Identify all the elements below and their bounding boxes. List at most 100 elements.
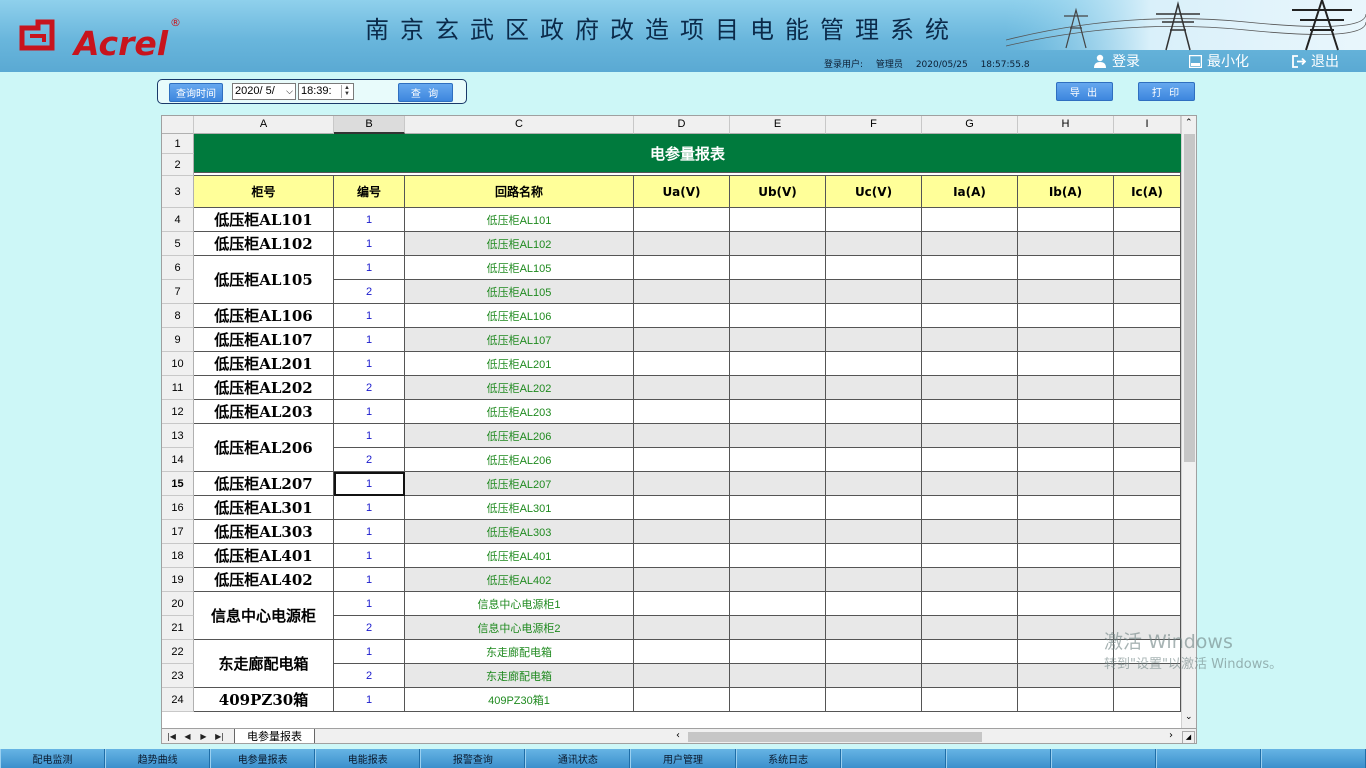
value-cell[interactable] — [1018, 616, 1114, 640]
value-cell[interactable] — [826, 328, 922, 352]
row-header[interactable]: 15 — [162, 472, 194, 496]
value-cell[interactable] — [1018, 544, 1114, 568]
value-cell[interactable] — [730, 664, 826, 688]
row-header[interactable]: 14 — [162, 448, 194, 472]
value-cell[interactable] — [1018, 448, 1114, 472]
cabinet-cell[interactable]: 低压柜AL105 — [194, 256, 334, 304]
value-cell[interactable] — [1018, 688, 1114, 712]
row-header[interactable]: 24 — [162, 688, 194, 712]
value-cell[interactable] — [1018, 592, 1114, 616]
number-cell[interactable]: 1 — [334, 400, 405, 424]
loop-name-cell[interactable]: 409PZ30箱1 — [405, 688, 634, 712]
value-cell[interactable] — [634, 520, 730, 544]
value-cell[interactable] — [826, 664, 922, 688]
cabinet-cell[interactable]: 低压柜AL107 — [194, 328, 334, 352]
scroll-down-icon[interactable]: ⌄ — [1185, 712, 1193, 722]
query-time-button[interactable]: 查询时间 — [169, 83, 223, 102]
row-header[interactable]: 6 — [162, 256, 194, 280]
value-cell[interactable] — [1114, 208, 1181, 232]
value-cell[interactable] — [922, 472, 1018, 496]
loop-name-cell[interactable]: 低压柜AL102 — [405, 232, 634, 256]
date-picker[interactable]: 2020/ 5/ ⌵ — [232, 83, 296, 100]
value-cell[interactable] — [730, 520, 826, 544]
value-cell[interactable] — [922, 280, 1018, 304]
value-cell[interactable] — [730, 448, 826, 472]
number-cell[interactable]: 2 — [334, 376, 405, 400]
value-cell[interactable] — [634, 256, 730, 280]
value-cell[interactable] — [634, 376, 730, 400]
next-sheet-icon[interactable]: ▶ — [196, 731, 211, 743]
value-cell[interactable] — [634, 472, 730, 496]
nav-item[interactable]: 电参量报表 — [210, 749, 316, 768]
value-cell[interactable] — [826, 616, 922, 640]
value-cell[interactable] — [826, 352, 922, 376]
first-sheet-icon[interactable]: |◀ — [164, 731, 179, 743]
value-cell[interactable] — [634, 592, 730, 616]
value-cell[interactable] — [826, 232, 922, 256]
loop-name-cell[interactable]: 低压柜AL201 — [405, 352, 634, 376]
value-cell[interactable] — [922, 304, 1018, 328]
value-cell[interactable] — [1114, 352, 1181, 376]
row-header[interactable]: 7 — [162, 280, 194, 304]
number-cell[interactable]: 1 — [334, 640, 405, 664]
value-cell[interactable] — [826, 424, 922, 448]
number-cell[interactable]: 2 — [334, 280, 405, 304]
value-cell[interactable] — [922, 448, 1018, 472]
value-cell[interactable] — [826, 304, 922, 328]
nav-item[interactable] — [945, 749, 1051, 768]
value-cell[interactable] — [1114, 400, 1181, 424]
value-cell[interactable] — [826, 640, 922, 664]
value-cell[interactable] — [634, 640, 730, 664]
value-cell[interactable] — [1114, 232, 1181, 256]
number-cell[interactable]: 1 — [334, 304, 405, 328]
loop-name-cell[interactable]: 信息中心电源柜1 — [405, 592, 634, 616]
column-header[interactable]: B — [334, 116, 405, 134]
value-cell[interactable] — [634, 304, 730, 328]
loop-name-cell[interactable]: 低压柜AL401 — [405, 544, 634, 568]
cabinet-cell[interactable]: 低压柜AL401 — [194, 544, 334, 568]
number-cell[interactable]: 1 — [334, 208, 405, 232]
number-cell[interactable]: 1 — [334, 688, 405, 712]
spin-down-icon[interactable]: ▼ — [342, 91, 352, 97]
value-cell[interactable] — [730, 208, 826, 232]
nav-item[interactable]: 通讯状态 — [525, 749, 631, 768]
value-cell[interactable] — [1114, 544, 1181, 568]
value-cell[interactable] — [826, 400, 922, 424]
value-cell[interactable] — [730, 232, 826, 256]
value-cell[interactable] — [634, 328, 730, 352]
row-header[interactable]: 18 — [162, 544, 194, 568]
cabinet-cell[interactable]: 低压柜AL101 — [194, 208, 334, 232]
number-cell[interactable]: 1 — [334, 520, 405, 544]
number-cell[interactable]: 1 — [334, 472, 405, 496]
value-cell[interactable] — [922, 208, 1018, 232]
value-cell[interactable] — [730, 592, 826, 616]
value-cell[interactable] — [1018, 520, 1114, 544]
value-cell[interactable] — [1114, 376, 1181, 400]
loop-name-cell[interactable]: 低压柜AL206 — [405, 424, 634, 448]
loop-name-cell[interactable]: 低压柜AL207 — [405, 472, 634, 496]
cabinet-cell[interactable]: 低压柜AL402 — [194, 568, 334, 592]
value-cell[interactable] — [1018, 280, 1114, 304]
value-cell[interactable] — [1114, 520, 1181, 544]
number-cell[interactable]: 1 — [334, 352, 405, 376]
value-cell[interactable] — [922, 424, 1018, 448]
value-cell[interactable] — [1018, 640, 1114, 664]
value-cell[interactable] — [1018, 376, 1114, 400]
loop-name-cell[interactable]: 低压柜AL107 — [405, 328, 634, 352]
value-cell[interactable] — [1114, 592, 1181, 616]
number-cell[interactable]: 1 — [334, 568, 405, 592]
value-cell[interactable] — [826, 448, 922, 472]
number-cell[interactable]: 2 — [334, 664, 405, 688]
value-cell[interactable] — [826, 568, 922, 592]
value-cell[interactable] — [922, 256, 1018, 280]
row-header[interactable]: 17 — [162, 520, 194, 544]
cabinet-cell[interactable]: 东走廊配电箱 — [194, 640, 334, 688]
value-cell[interactable] — [730, 496, 826, 520]
value-cell[interactable] — [826, 496, 922, 520]
value-cell[interactable] — [826, 688, 922, 712]
row-header[interactable]: 4 — [162, 208, 194, 232]
value-cell[interactable] — [922, 640, 1018, 664]
loop-name-cell[interactable]: 低压柜AL402 — [405, 568, 634, 592]
value-cell[interactable] — [922, 328, 1018, 352]
loop-name-cell[interactable]: 低压柜AL105 — [405, 256, 634, 280]
